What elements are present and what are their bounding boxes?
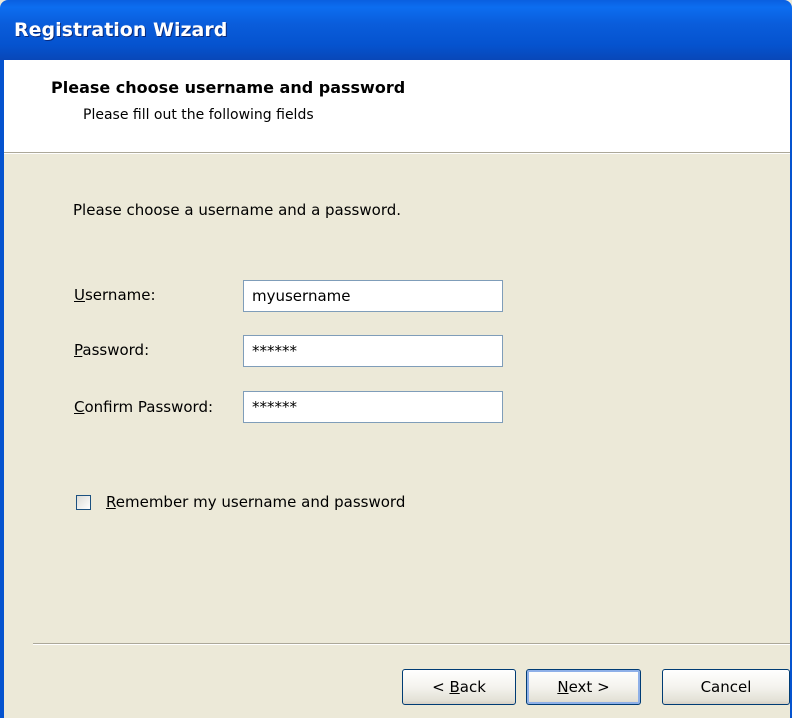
title-bar[interactable]: Registration Wizard bbox=[0, 0, 792, 60]
username-label-text: sername: bbox=[84, 286, 156, 304]
window-frame-left bbox=[0, 60, 4, 718]
header-separator bbox=[4, 152, 790, 154]
password-input[interactable] bbox=[243, 335, 503, 367]
cancel-button[interactable]: Cancel bbox=[662, 669, 790, 705]
wizard-header: Please choose username and password Plea… bbox=[4, 60, 790, 152]
next-button-text: ext > bbox=[568, 678, 610, 696]
confirm-password-label-text: onfirm Password: bbox=[84, 398, 214, 416]
remember-label-text: emember my username and password bbox=[115, 493, 406, 511]
remember-checkbox-label[interactable]: Remember my username and password bbox=[106, 493, 405, 511]
back-button-text: ack bbox=[459, 678, 486, 696]
page-heading: Please choose username and password bbox=[51, 78, 406, 97]
confirm-password-input[interactable] bbox=[243, 391, 503, 423]
username-label: Username: bbox=[74, 286, 156, 304]
remember-label-mnemonic: R bbox=[106, 493, 116, 511]
back-button-mnemonic: B bbox=[449, 678, 460, 696]
confirm-password-label: Confirm Password: bbox=[74, 398, 213, 416]
back-button[interactable]: < Back bbox=[402, 669, 516, 705]
registration-wizard-window: Registration Wizard Please choose userna… bbox=[0, 0, 792, 718]
window-title: Registration Wizard bbox=[14, 19, 228, 41]
username-label-mnemonic: U bbox=[74, 286, 85, 304]
password-label-text: assword: bbox=[82, 341, 150, 359]
username-input[interactable] bbox=[243, 280, 503, 312]
next-button-mnemonic: N bbox=[557, 678, 569, 696]
instruction-text: Please choose a username and a password. bbox=[73, 201, 402, 219]
footer-separator bbox=[33, 643, 790, 645]
remember-checkbox[interactable] bbox=[76, 495, 91, 510]
next-button[interactable]: Next > bbox=[526, 669, 641, 705]
password-label: Password: bbox=[74, 341, 149, 359]
confirm-password-label-mnemonic: C bbox=[74, 398, 85, 416]
back-button-prefix: < bbox=[432, 678, 450, 696]
page-subheading: Please fill out the following fields bbox=[83, 107, 314, 123]
